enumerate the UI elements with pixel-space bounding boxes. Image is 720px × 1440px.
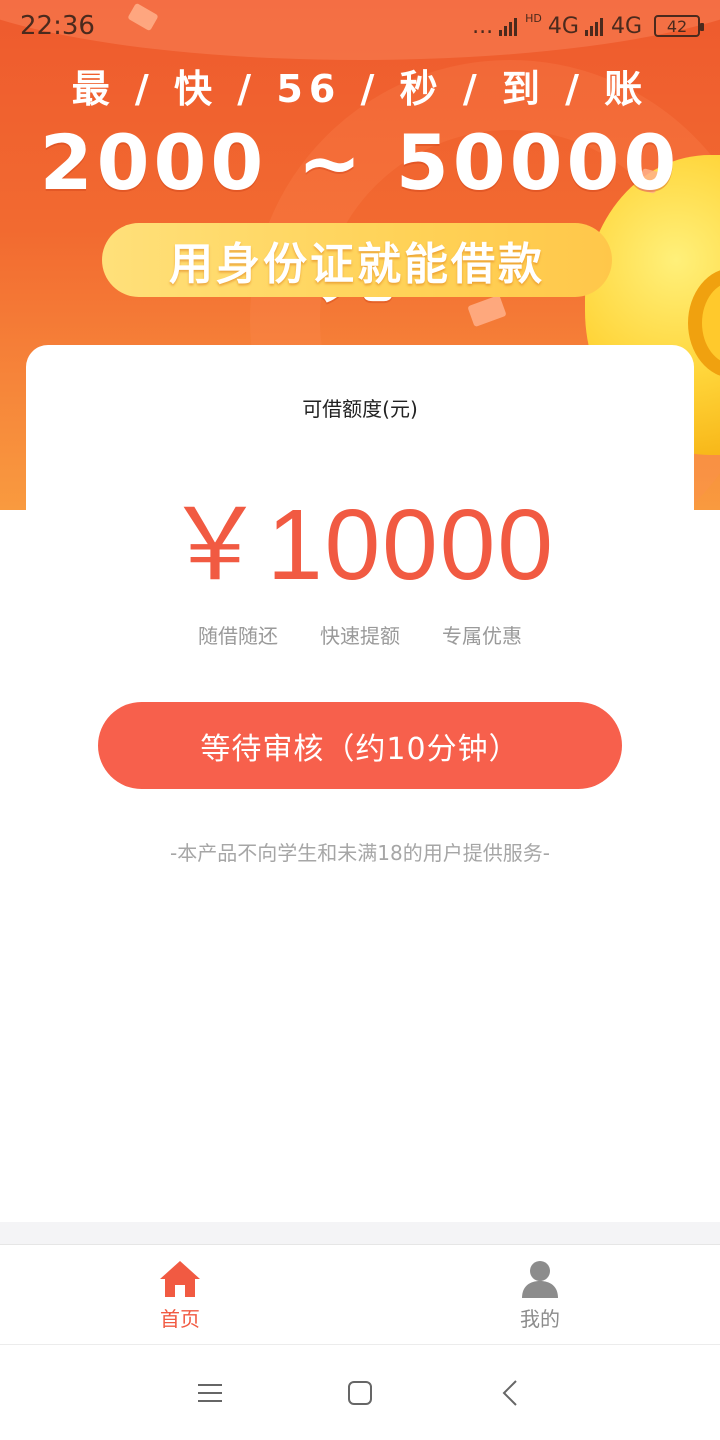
- disclaimer-text: -本产品不向学生和未满18的用户提供服务-: [170, 841, 550, 865]
- signal-icon: [499, 16, 518, 36]
- status-time: 22:36: [20, 11, 95, 41]
- system-back-button[interactable]: [490, 1373, 530, 1413]
- feature-list: 随借随还 快速提额 专属优惠: [0, 620, 720, 649]
- back-chevron-icon: [502, 1379, 517, 1406]
- feature-item: 专属优惠: [442, 624, 522, 648]
- network-type-2: 4G: [610, 13, 642, 39]
- feature-item: 随借随还: [198, 624, 278, 648]
- tab-home[interactable]: 首页: [0, 1245, 360, 1345]
- credit-limit-amount: ￥10000: [164, 489, 556, 601]
- tab-home-label: 首页: [160, 1306, 200, 1331]
- banner-headline: 最 / 快 / 56 / 秒 / 到 / 账: [71, 67, 649, 111]
- status-indicators: ... HD 4G 4G 42: [472, 11, 704, 39]
- menu-icon: [198, 1383, 222, 1402]
- tabbar-separator: [0, 1222, 720, 1244]
- battery-icon: 42: [654, 15, 704, 37]
- credit-card-panel: 可借额度(元) ￥10000: [26, 345, 694, 625]
- status-dots: ...: [472, 13, 494, 39]
- credit-limit-label: 可借额度(元): [302, 397, 418, 421]
- network-type-1: 4G: [547, 13, 579, 39]
- app-screen: 最 / 快 / 56 / 秒 / 到 / 账 2000 ~ 50000元 用身份…: [0, 0, 720, 1440]
- bottom-tab-bar: 首页 我的: [0, 1244, 720, 1344]
- signal-icon: [584, 16, 603, 36]
- home-icon: [160, 1260, 200, 1297]
- battery-level: 42: [666, 16, 688, 36]
- square-home-icon: [348, 1380, 372, 1405]
- tab-mine[interactable]: 我的: [360, 1245, 720, 1345]
- system-home-button[interactable]: [340, 1373, 380, 1413]
- feature-item: 快速提额: [320, 624, 400, 648]
- tab-mine-label: 我的: [520, 1306, 560, 1331]
- review-status-button[interactable]: 等待审核（约10分钟）: [98, 702, 622, 789]
- user-icon: [522, 1260, 558, 1298]
- hd-badge: HD: [525, 11, 542, 25]
- banner-pill: 用身份证就能借款: [102, 223, 612, 297]
- status-bar: 22:36 ... HD 4G 4G 42: [0, 0, 720, 52]
- system-nav-bar: [0, 1344, 720, 1440]
- system-menu-button[interactable]: [190, 1373, 230, 1413]
